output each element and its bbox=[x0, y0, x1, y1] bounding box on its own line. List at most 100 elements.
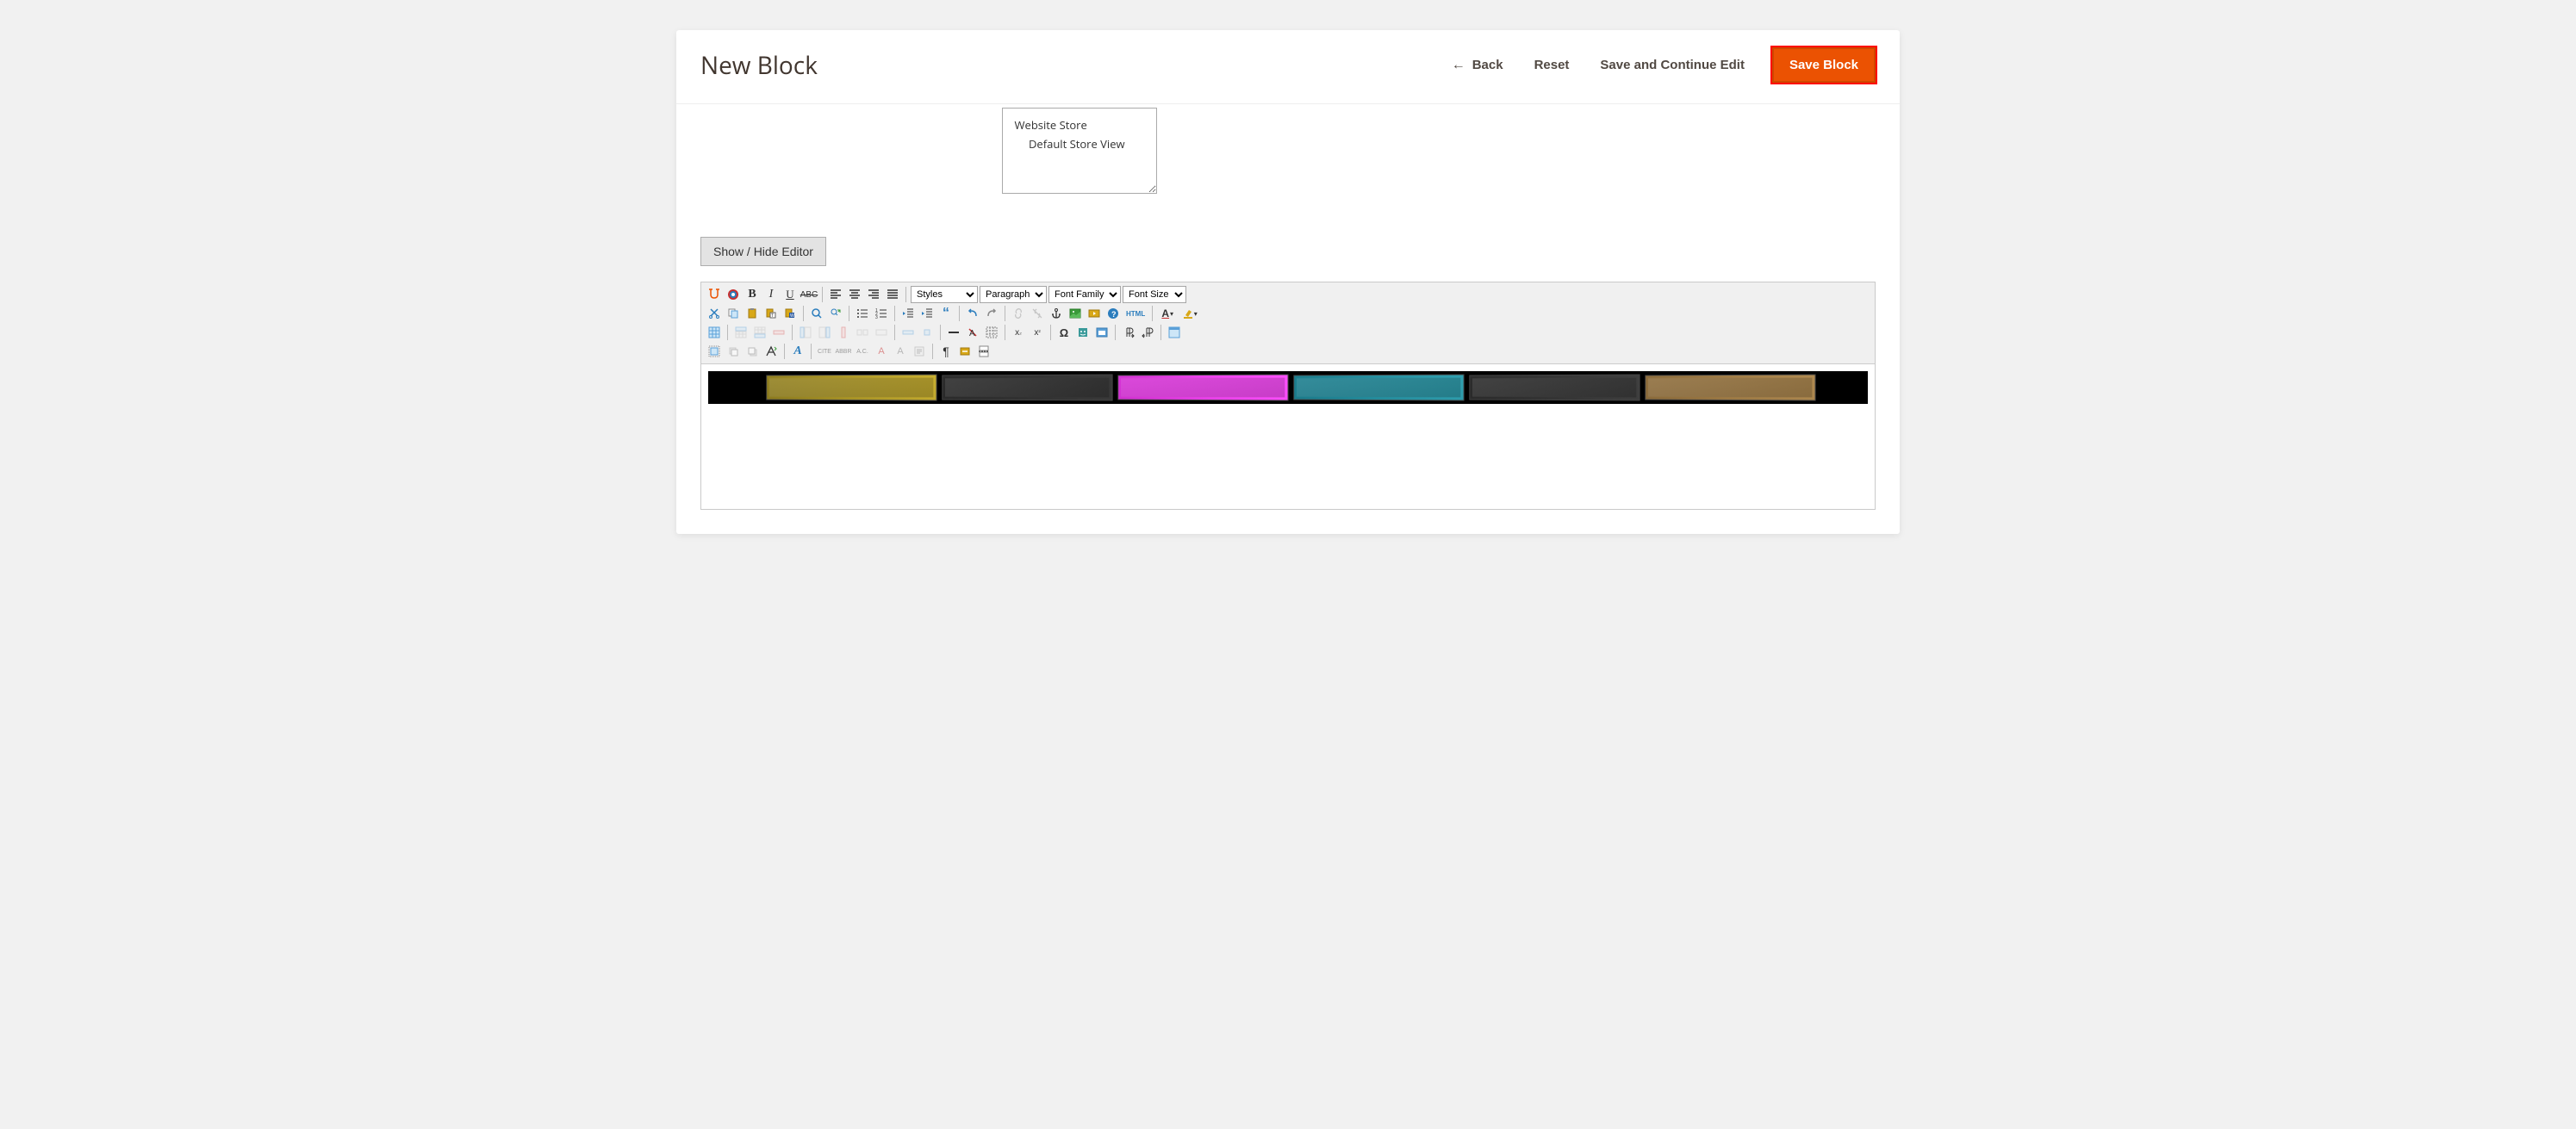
banner-thumb bbox=[942, 374, 1112, 400]
split-cells-icon[interactable] bbox=[854, 324, 871, 341]
outdent-icon[interactable] bbox=[899, 305, 917, 322]
indent-icon[interactable] bbox=[918, 305, 936, 322]
save-continue-button[interactable]: Save and Continue Edit bbox=[1596, 53, 1748, 78]
image-icon[interactable] bbox=[1067, 305, 1084, 322]
svg-text:A: A bbox=[969, 329, 975, 338]
help-icon[interactable]: ? bbox=[1104, 305, 1122, 322]
row-after-icon[interactable] bbox=[751, 324, 768, 341]
redo-icon[interactable] bbox=[983, 305, 1000, 322]
special-char-icon[interactable]: Ω bbox=[1055, 324, 1073, 341]
number-list-icon[interactable]: 123 bbox=[873, 305, 890, 322]
editor-toolbar: B I U ABC Styles Paragraph Font Family F… bbox=[701, 282, 1875, 364]
banner-thumb bbox=[1469, 374, 1640, 400]
iframe-icon[interactable] bbox=[1093, 324, 1111, 341]
replace-icon[interactable] bbox=[827, 305, 844, 322]
separator bbox=[894, 325, 895, 340]
back-label: Back bbox=[1472, 58, 1503, 72]
align-right-icon[interactable] bbox=[865, 286, 882, 303]
abbr-icon[interactable]: ABBR bbox=[835, 343, 852, 360]
paste-icon[interactable] bbox=[744, 305, 761, 322]
anchor-icon[interactable] bbox=[1048, 305, 1065, 322]
text-color-icon[interactable]: A▾ bbox=[1157, 305, 1178, 322]
visual-aid-icon[interactable] bbox=[983, 324, 1000, 341]
acronym-icon[interactable]: A.C. bbox=[854, 343, 871, 360]
col-before-icon[interactable] bbox=[797, 324, 814, 341]
attribs-icon[interactable] bbox=[911, 343, 928, 360]
bullet-list-icon[interactable] bbox=[854, 305, 871, 322]
pagebreak-icon[interactable] bbox=[975, 343, 992, 360]
table-icon[interactable] bbox=[706, 324, 723, 341]
delete-col-icon[interactable] bbox=[835, 324, 852, 341]
cite-icon[interactable]: CITE bbox=[816, 343, 833, 360]
separator bbox=[1050, 325, 1051, 340]
visualchars-icon[interactable]: ¶ bbox=[937, 343, 955, 360]
underline-icon[interactable]: U bbox=[781, 286, 799, 303]
cell-props-icon[interactable] bbox=[918, 324, 936, 341]
reset-button[interactable]: Reset bbox=[1531, 53, 1573, 78]
undo-icon[interactable] bbox=[964, 305, 981, 322]
store-view-option-default[interactable]: Default Store View bbox=[1011, 134, 1148, 153]
italic-icon[interactable]: I bbox=[762, 286, 780, 303]
col-after-icon[interactable] bbox=[816, 324, 833, 341]
del-icon[interactable]: A bbox=[873, 343, 890, 360]
wysiwyg-editor: B I U ABC Styles Paragraph Font Family F… bbox=[700, 282, 1876, 510]
find-icon[interactable] bbox=[808, 305, 825, 322]
html-icon[interactable]: HTML bbox=[1123, 305, 1148, 322]
font-family-select[interactable]: Font Family bbox=[1048, 286, 1121, 303]
superscript-icon[interactable]: x² bbox=[1029, 324, 1046, 341]
separator bbox=[1115, 325, 1116, 340]
blockquote-icon[interactable]: “ bbox=[937, 305, 955, 322]
styles-select[interactable]: Styles bbox=[911, 286, 978, 303]
save-block-button[interactable]: Save Block bbox=[1772, 47, 1876, 83]
store-view-select[interactable]: Main Website Store Default Store View bbox=[1002, 108, 1157, 194]
fullscreen-icon[interactable] bbox=[1166, 324, 1183, 341]
row-props-icon[interactable] bbox=[899, 324, 917, 341]
merge-cells-icon[interactable] bbox=[873, 324, 890, 341]
style-props-icon[interactable]: A bbox=[789, 343, 806, 360]
ins-icon[interactable]: A bbox=[892, 343, 909, 360]
bold-icon[interactable]: B bbox=[744, 286, 761, 303]
variable-icon[interactable] bbox=[725, 286, 742, 303]
align-center-icon[interactable] bbox=[846, 286, 863, 303]
bg-color-icon[interactable]: ▾ bbox=[1179, 305, 1200, 322]
subscript-icon[interactable]: x₂ bbox=[1010, 324, 1027, 341]
media-icon[interactable] bbox=[1086, 305, 1103, 322]
separator bbox=[959, 306, 960, 321]
toggle-editor-button[interactable]: Show / Hide Editor bbox=[700, 237, 826, 266]
separator bbox=[894, 306, 895, 321]
copy-icon[interactable] bbox=[725, 305, 742, 322]
align-justify-icon[interactable] bbox=[884, 286, 901, 303]
font-size-select[interactable]: Font Size bbox=[1123, 286, 1186, 303]
link-icon[interactable] bbox=[1010, 305, 1027, 322]
forward-icon[interactable] bbox=[725, 343, 742, 360]
separator bbox=[1160, 325, 1161, 340]
paste-text-icon[interactable]: T bbox=[762, 305, 780, 322]
absolute-icon[interactable] bbox=[762, 343, 780, 360]
unlink-icon[interactable] bbox=[1029, 305, 1046, 322]
paste-word-icon[interactable]: W bbox=[781, 305, 799, 322]
remove-format-icon[interactable]: A bbox=[964, 324, 981, 341]
layer-icon[interactable] bbox=[706, 343, 723, 360]
widget-icon[interactable] bbox=[706, 286, 723, 303]
store-view-option-website-store[interactable]: Main Website Store bbox=[1011, 115, 1148, 134]
page-container: New Block ← Back Reset Save and Continue… bbox=[676, 30, 1900, 534]
separator bbox=[727, 325, 728, 340]
paragraph-select[interactable]: Paragraph bbox=[980, 286, 1047, 303]
rtl-icon[interactable] bbox=[1139, 324, 1156, 341]
backward-icon[interactable] bbox=[744, 343, 761, 360]
svg-text:T: T bbox=[771, 313, 774, 319]
nbsp-icon[interactable] bbox=[956, 343, 974, 360]
emoticon-icon[interactable] bbox=[1074, 324, 1092, 341]
ltr-icon[interactable] bbox=[1120, 324, 1137, 341]
align-left-icon[interactable] bbox=[827, 286, 844, 303]
page-title: New Block bbox=[700, 49, 818, 82]
banner-thumb bbox=[1293, 374, 1464, 400]
editor-content[interactable] bbox=[701, 371, 1875, 509]
hr-icon[interactable] bbox=[945, 324, 962, 341]
row-before-icon[interactable] bbox=[732, 324, 750, 341]
strikethrough-icon[interactable]: ABC bbox=[800, 286, 818, 303]
delete-row-icon[interactable] bbox=[770, 324, 787, 341]
banner-thumb bbox=[1117, 374, 1288, 400]
cut-icon[interactable] bbox=[706, 305, 723, 322]
back-button[interactable]: ← Back bbox=[1448, 53, 1507, 78]
